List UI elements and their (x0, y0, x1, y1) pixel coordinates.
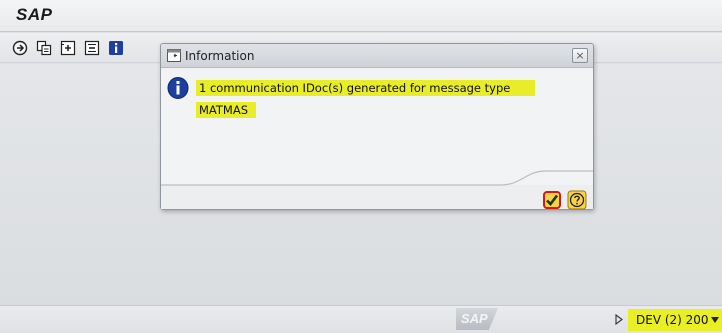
close-button[interactable]: × (572, 48, 588, 63)
expand-button[interactable] (59, 39, 77, 57)
sap-logo: SAP (456, 308, 498, 330)
execute-icon (12, 40, 28, 56)
system-info[interactable]: DEV (2) 200 (628, 309, 722, 331)
help-icon (567, 190, 587, 210)
window-icon (167, 49, 181, 62)
chevron-down-icon (711, 317, 719, 323)
help-button[interactable] (567, 190, 587, 210)
status-expand-icon[interactable] (615, 314, 623, 325)
ok-button[interactable] (543, 191, 561, 209)
dialog-footer (161, 170, 593, 210)
message-line-2: MATMAS (196, 102, 257, 118)
status-bar: SAP DEV (2) 200 (0, 305, 722, 333)
title-bar: SAP (0, 0, 722, 32)
execute-button[interactable] (11, 39, 29, 57)
system-info-label: DEV (2) 200 (636, 313, 709, 327)
copy-button[interactable] (35, 39, 53, 57)
app-title: SAP (16, 5, 53, 24)
info-icon (109, 41, 123, 55)
message-line-1: 1 communication IDoc(s) generated for me… (196, 80, 536, 96)
expand-icon (60, 40, 76, 56)
info-button[interactable] (107, 39, 125, 57)
collapse-icon (84, 40, 100, 56)
information-dialog: Information × 1 communication IDoc(s) ge… (160, 43, 594, 210)
dialog-header: Information × (161, 44, 593, 68)
checkmark-icon (546, 194, 559, 206)
copy-icon (36, 40, 52, 56)
collapse-button[interactable] (83, 39, 101, 57)
footer-divider (161, 170, 593, 186)
dialog-body: 1 communication IDoc(s) generated for me… (161, 69, 593, 185)
information-icon (167, 77, 189, 99)
dialog-title: Information (185, 49, 255, 63)
